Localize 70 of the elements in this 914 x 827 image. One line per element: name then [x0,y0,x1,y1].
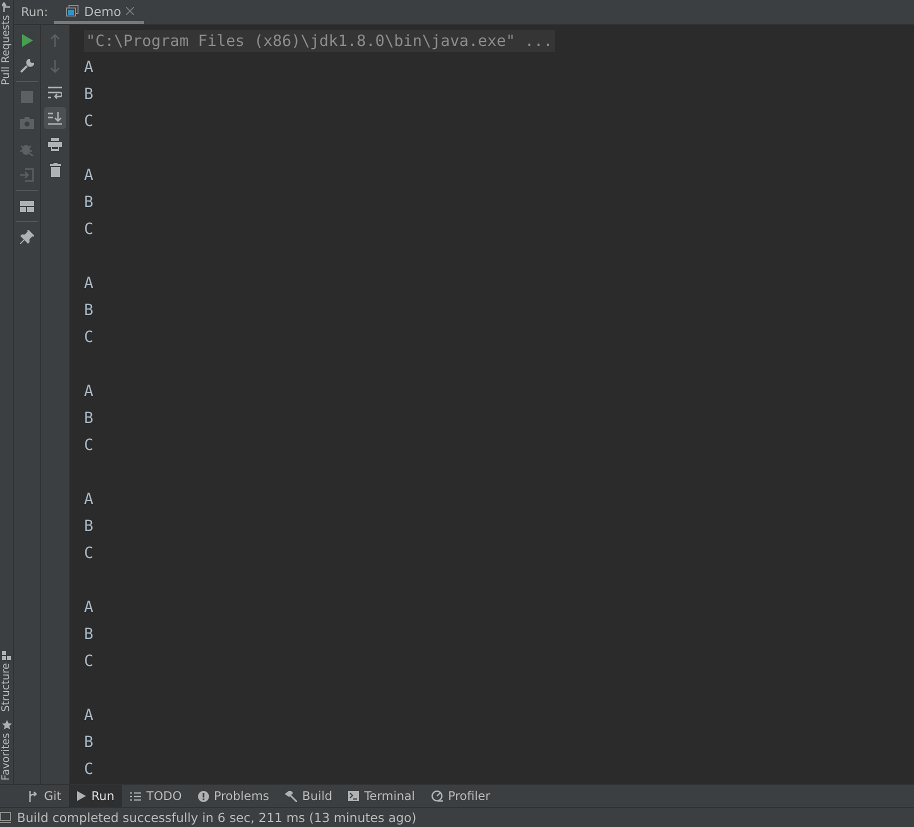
stop-icon [21,91,33,103]
console-output-line: C [84,328,94,346]
status-message: Build completed successfully in 6 sec, 211 ms (13 minutes ago) [17,810,416,825]
console-output-line: A [84,490,94,508]
import-icon [20,168,34,182]
tab-label: Git [44,789,62,803]
wrench-icon [20,59,34,73]
play-icon [21,34,33,46]
printer-icon [48,138,62,150]
panel-title: Run: [20,5,50,19]
console-icon [66,5,80,17]
tab-label: Run [91,789,114,803]
tab-label: Terminal [364,789,415,803]
panel-toggle-icon[interactable] [0,812,12,823]
tool-window-tab[interactable]: Terminal [340,785,423,807]
layout-icon [20,200,34,212]
tool-window-tab[interactable]: Run [69,785,122,807]
console-output-line: B [84,300,94,318]
camera-icon [20,117,34,129]
console-output-line: B [84,516,94,534]
structure-icon [2,650,11,660]
tab-label: Profiler [448,789,490,803]
star-icon [2,720,12,730]
console-output-line: C [84,544,94,562]
console-command: "C:\Program Files (x86)\jdk1.8.0\bin\java.exe" ... [84,30,555,52]
console-output-line: C [84,652,94,670]
console-output-line: C [84,220,94,238]
console-output-line: C [84,112,94,130]
pull-request-icon [2,2,11,12]
tab-label: Problems [214,789,270,803]
terminal-icon [348,791,360,801]
branch-icon [28,790,39,802]
list-icon [130,792,142,800]
tab-label: TODO [146,789,182,803]
bug-icon [20,142,34,156]
console-output-line: B [84,192,94,210]
side-tool-button[interactable]: Favorites [0,718,13,784]
tool-window-tab[interactable]: TODO [122,785,190,807]
tab-label: Build [302,789,332,803]
up-arrow-icon [50,34,60,46]
side-tool-button[interactable]: Structure [0,648,13,718]
tool-window-tab[interactable]: Problems [190,785,278,807]
console-output-line: A [84,706,94,724]
tab-label: Demo [84,4,122,18]
console-output-line: A [84,166,94,184]
scroll-to-end-icon [48,112,62,124]
tool-window-tab[interactable]: Git [20,785,70,807]
close-icon[interactable] [126,7,134,15]
console-output-line: B [84,84,94,102]
tool-window-tab[interactable]: Profiler [422,785,498,807]
trash-icon [50,163,60,177]
console-output-line: B [84,624,94,642]
console-output-line: C [84,436,94,454]
play-icon [77,791,86,801]
console-output-line: C [84,760,94,778]
gauge-icon [430,790,443,802]
console-output-line: A [84,382,94,400]
console-output-line: A [84,598,94,616]
tool-window-tab[interactable]: Build [277,785,340,807]
warning-icon [198,790,209,802]
console-output-line: A [84,274,94,292]
side-tool-button[interactable]: Pull Requests [0,0,13,92]
console-output-line: B [84,408,94,426]
console-output-line: B [84,732,94,750]
down-arrow-icon [50,60,60,72]
pin-icon [20,230,34,244]
console-output-line: A [84,58,94,76]
scroll-button[interactable] [44,107,66,129]
hammer-icon [285,790,298,802]
soft-wrap-icon [48,86,62,98]
